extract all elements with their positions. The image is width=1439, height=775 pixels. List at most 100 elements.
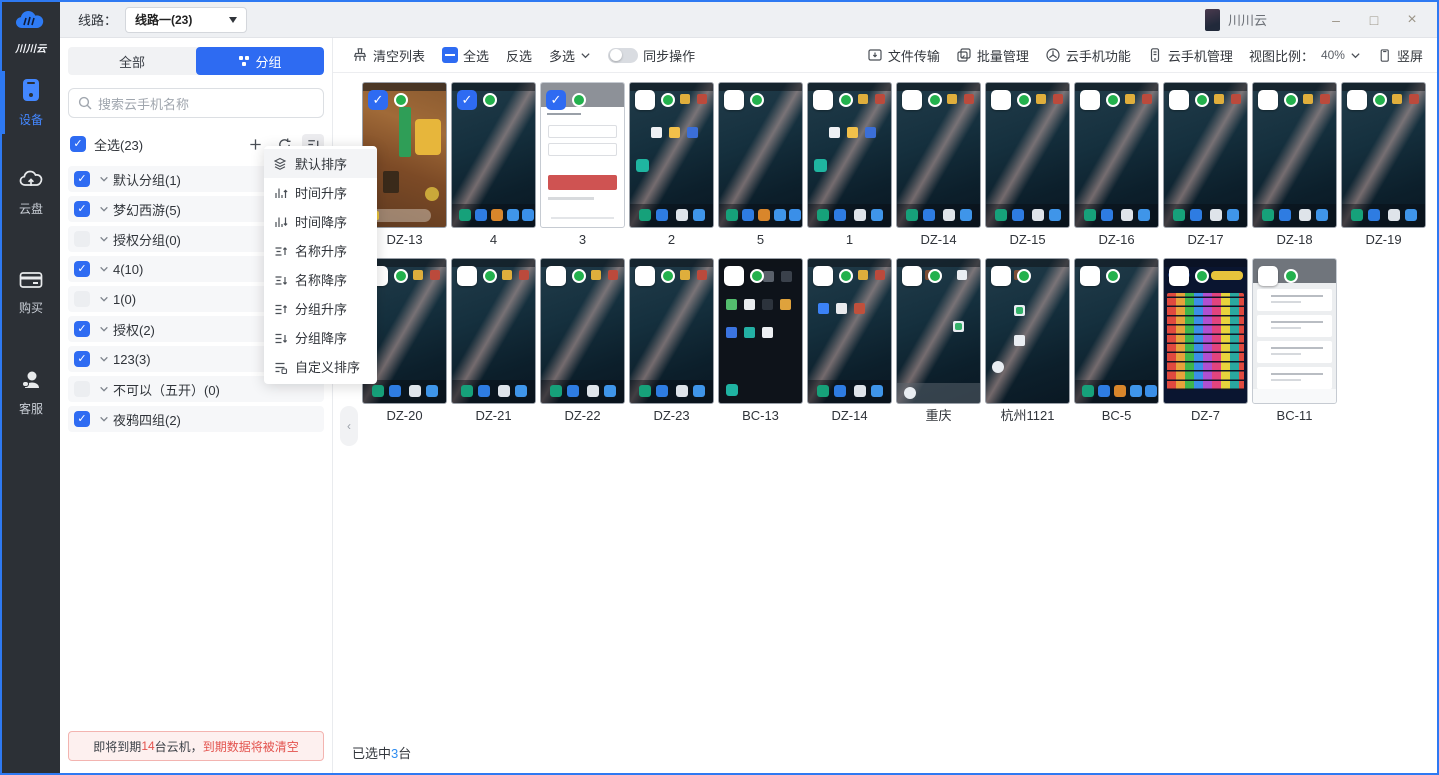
phone-screen[interactable] xyxy=(718,82,803,228)
phone-card[interactable]: 4 xyxy=(451,82,536,250)
phone-card[interactable]: DZ-18 xyxy=(1252,82,1337,250)
phone-card[interactable]: 杭州1121 xyxy=(985,258,1070,426)
phone-card[interactable]: DZ-14 xyxy=(807,258,892,426)
multi-select-button[interactable]: 多选 xyxy=(549,46,591,65)
select-all-checkbox[interactable] xyxy=(70,136,86,152)
phone-card[interactable]: DZ-17 xyxy=(1163,82,1248,250)
phone-card[interactable]: 3 xyxy=(540,82,625,250)
group-checkbox[interactable] xyxy=(74,411,90,427)
phone-checkbox[interactable] xyxy=(1080,266,1100,286)
sort-menu-item[interactable]: 时间升序 xyxy=(264,178,377,207)
sort-menu-item[interactable]: 分组升序 xyxy=(264,294,377,323)
phone-checkbox[interactable] xyxy=(1347,90,1367,110)
phone-checkbox[interactable] xyxy=(635,266,655,286)
phone-screen[interactable] xyxy=(718,258,803,404)
line-select[interactable]: 线路一(23) xyxy=(125,7,247,33)
phone-checkbox[interactable] xyxy=(1258,90,1278,110)
group-checkbox[interactable] xyxy=(74,351,90,367)
phone-card[interactable]: DZ-15 xyxy=(985,82,1070,250)
phone-screen[interactable] xyxy=(629,82,714,228)
phone-screen[interactable] xyxy=(540,258,625,404)
sort-menu-item[interactable]: 分组降序 xyxy=(264,323,377,352)
phone-checkbox[interactable] xyxy=(813,90,833,110)
sort-menu-item[interactable]: 名称升序 xyxy=(264,236,377,265)
phone-screen[interactable] xyxy=(807,82,892,228)
phone-checkbox[interactable] xyxy=(635,90,655,110)
phone-manage-button[interactable]: 云手机管理 xyxy=(1147,46,1233,65)
phone-checkbox[interactable] xyxy=(724,90,744,110)
phone-screen[interactable] xyxy=(1163,258,1248,404)
phone-screen[interactable] xyxy=(1074,82,1159,228)
phone-checkbox[interactable] xyxy=(902,266,922,286)
phone-card[interactable]: BC-11 xyxy=(1252,258,1337,426)
phone-checkbox[interactable] xyxy=(368,90,388,110)
phone-screen[interactable] xyxy=(629,258,714,404)
phone-card[interactable]: DZ-23 xyxy=(629,258,714,426)
phone-card[interactable]: 5 xyxy=(718,82,803,250)
phone-screen[interactable] xyxy=(451,258,536,404)
phone-card[interactable]: BC-13 xyxy=(718,258,803,426)
sidebar-item-cloud-disk[interactable]: 云盘 xyxy=(2,168,60,217)
phone-screen[interactable] xyxy=(1074,258,1159,404)
tab-all[interactable]: 全部 xyxy=(68,47,196,75)
phone-checkbox[interactable] xyxy=(457,266,477,286)
clear-list-button[interactable]: 清空列表 xyxy=(352,46,425,65)
phone-checkbox[interactable] xyxy=(1258,266,1278,286)
phone-screen[interactable] xyxy=(1252,82,1337,228)
view-scale-select[interactable]: 视图比例： 40% xyxy=(1249,46,1361,65)
select-all-toolbar[interactable]: 全选 xyxy=(442,46,489,65)
group-checkbox[interactable] xyxy=(74,231,90,247)
add-group-button[interactable] xyxy=(244,134,266,154)
group-checkbox[interactable] xyxy=(74,261,90,277)
phone-screen[interactable] xyxy=(451,82,536,228)
phone-card[interactable]: 重庆 xyxy=(896,258,981,426)
phone-card[interactable]: DZ-7 xyxy=(1163,258,1248,426)
group-checkbox[interactable] xyxy=(74,201,90,217)
close-button[interactable]: × xyxy=(1397,3,1427,37)
sidebar-item-support[interactable]: 客服 xyxy=(2,368,60,417)
phone-screen[interactable] xyxy=(807,258,892,404)
phone-screen[interactable] xyxy=(896,258,981,404)
phone-screen[interactable] xyxy=(1163,82,1248,228)
group-checkbox[interactable] xyxy=(74,381,90,397)
phone-checkbox[interactable] xyxy=(1169,90,1189,110)
sort-menu-item[interactable]: 自定义排序 xyxy=(264,352,377,381)
collapse-panel-handle[interactable]: ‹ xyxy=(340,406,358,446)
phone-checkbox[interactable] xyxy=(991,266,1011,286)
phone-card[interactable]: DZ-21 xyxy=(451,258,536,426)
phone-checkbox[interactable] xyxy=(546,90,566,110)
search-input[interactable]: 搜索云手机名称 xyxy=(68,88,324,118)
tab-groups[interactable]: 分组 xyxy=(196,47,324,75)
invert-select-button[interactable]: 反选 xyxy=(506,46,532,65)
phone-screen[interactable] xyxy=(896,82,981,228)
phone-screen[interactable] xyxy=(1341,82,1426,228)
phone-checkbox[interactable] xyxy=(546,266,566,286)
phone-checkbox[interactable] xyxy=(902,90,922,110)
sort-menu-item[interactable]: 默认排序 xyxy=(264,149,377,178)
phone-screen[interactable] xyxy=(540,82,625,228)
toggle-off[interactable] xyxy=(608,48,638,63)
phone-card[interactable]: 1 xyxy=(807,82,892,250)
phone-screen[interactable] xyxy=(985,258,1070,404)
phone-checkbox[interactable] xyxy=(1169,266,1189,286)
phone-checkbox[interactable] xyxy=(991,90,1011,110)
minimize-button[interactable]: – xyxy=(1321,3,1351,37)
phone-checkbox[interactable] xyxy=(724,266,744,286)
phone-card[interactable]: BC-5 xyxy=(1074,258,1159,426)
group-row[interactable]: 夜鸦四组(2) xyxy=(68,406,324,432)
phone-card[interactable]: DZ-16 xyxy=(1074,82,1159,250)
sidebar-item-purchase[interactable]: 购买 xyxy=(2,269,60,316)
file-transfer-button[interactable]: 文件传输 xyxy=(867,46,940,65)
phone-checkbox[interactable] xyxy=(457,90,477,110)
group-checkbox[interactable] xyxy=(74,171,90,187)
indeterminate-checkbox[interactable] xyxy=(442,47,458,63)
phone-functions-button[interactable]: 云手机功能 xyxy=(1045,46,1131,65)
phone-card[interactable]: DZ-22 xyxy=(540,258,625,426)
phone-card[interactable]: 2 xyxy=(629,82,714,250)
sort-menu-item[interactable]: 时间降序 xyxy=(264,207,377,236)
batch-manage-button[interactable]: 批量管理 xyxy=(956,46,1029,65)
phone-screen[interactable] xyxy=(1252,258,1337,404)
phone-card[interactable]: DZ-19 xyxy=(1341,82,1426,250)
sidebar-item-devices[interactable]: 设备 xyxy=(2,77,60,128)
phone-checkbox[interactable] xyxy=(1080,90,1100,110)
